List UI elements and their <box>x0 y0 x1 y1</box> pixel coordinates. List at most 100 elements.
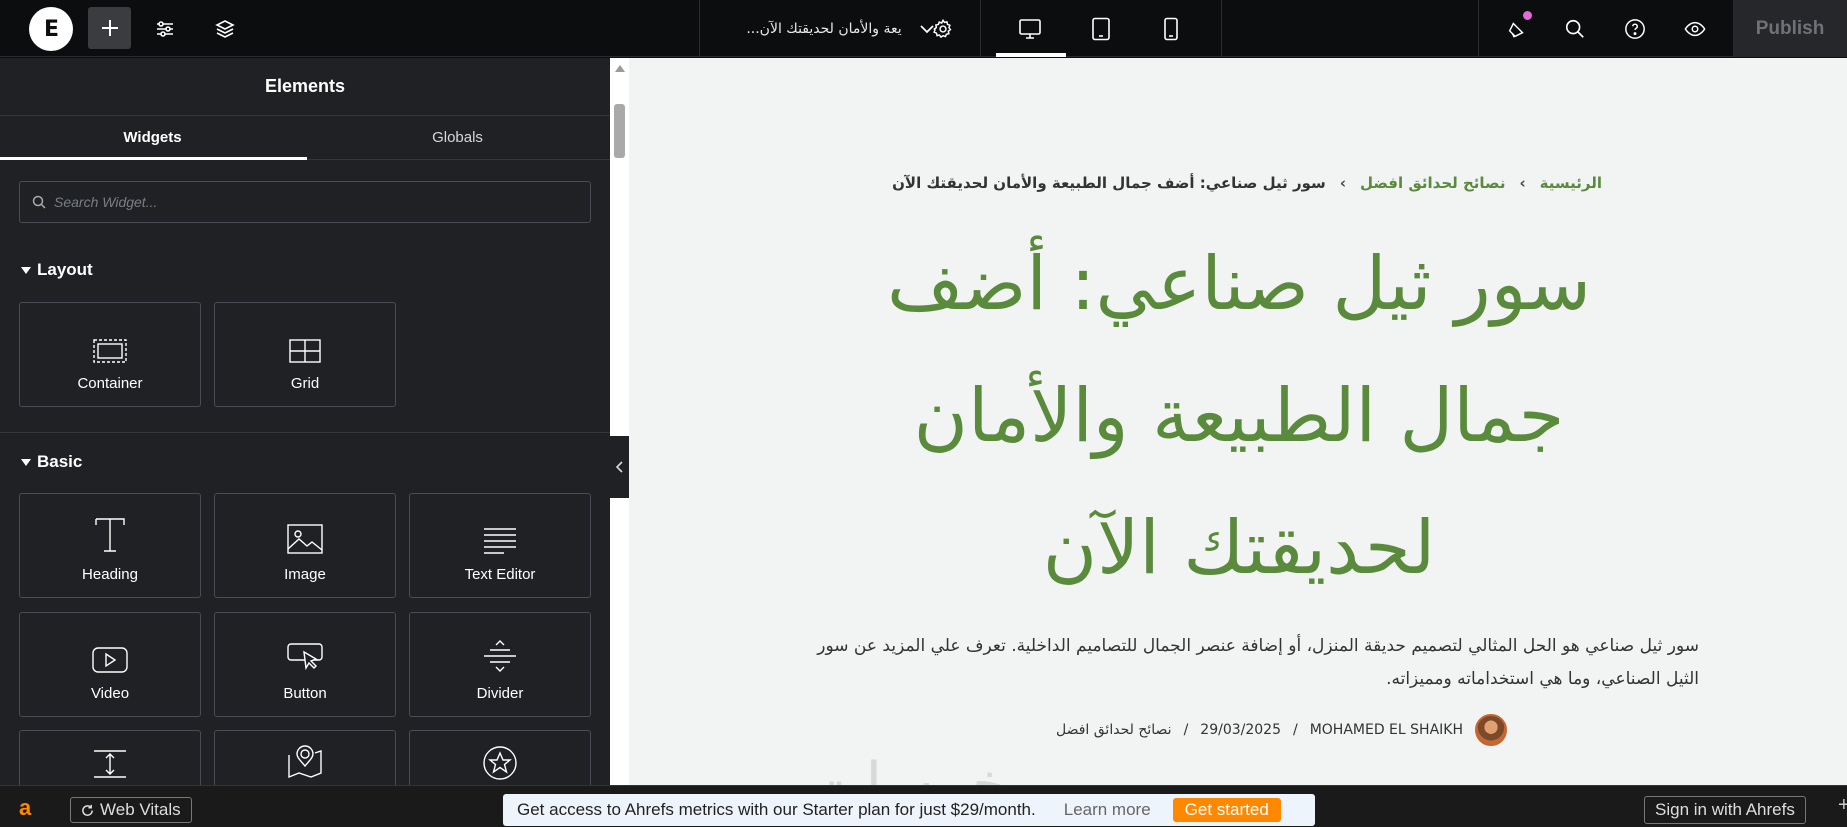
breadcrumb-current: سور ثيل صناعي: أضف جمال الطبيعة والأمان … <box>892 174 1326 192</box>
widget-label: Video <box>90 685 130 702</box>
video-icon <box>92 647 128 673</box>
ahrefs-logo-icon[interactable]: a <box>19 795 31 821</box>
basic-section-label: Basic <box>37 452 83 471</box>
post-date: 29/03/2025 <box>1200 722 1281 738</box>
widget-label: Container <box>77 375 143 392</box>
spacer-icon <box>94 750 126 778</box>
active-tab-underline <box>0 157 307 160</box>
author-avatar <box>1475 714 1507 746</box>
tab-globals[interactable]: Globals <box>305 116 610 159</box>
post-author[interactable]: MOHAMED EL SHAIKH <box>1310 722 1463 738</box>
add-element-button[interactable] <box>88 7 131 49</box>
container-icon <box>93 339 127 363</box>
notification-dot <box>1523 11 1532 20</box>
layout-section-label: Layout <box>37 260 93 279</box>
collapse-panel-button[interactable] <box>609 436 629 498</box>
elements-panel: Elements Widgets Globals Layout Containe… <box>0 58 610 785</box>
scrollbar-thumb[interactable] <box>614 104 625 158</box>
widget-text-editor[interactable]: Text Editor <box>409 493 591 598</box>
eye-icon <box>1684 21 1706 37</box>
panel-tabs: Widgets Globals <box>0 116 610 160</box>
text-editor-icon <box>484 528 516 554</box>
image-icon <box>287 524 323 554</box>
help-icon <box>1625 19 1645 39</box>
widget-button[interactable]: Button <box>214 612 396 717</box>
breadcrumb-separator: › <box>1339 174 1346 192</box>
search-icon <box>32 195 46 209</box>
web-vitals-label: Web Vitals <box>100 800 181 819</box>
layers-icon <box>215 20 235 38</box>
tablet-view-button[interactable] <box>1083 12 1119 46</box>
grid-icon <box>289 339 321 363</box>
widget-google-maps[interactable] <box>214 730 396 785</box>
widget-divider[interactable]: Divider <box>409 612 591 717</box>
breadcrumb-category-link[interactable]: نصائح لحدائق افضل <box>1360 174 1505 192</box>
megaphone-icon <box>1508 22 1524 38</box>
ahrefs-toolbar: a Web Vitals Get access to Ahrefs metric… <box>0 785 1847 827</box>
post-title: سور ثيل صناعي: أضف جمال الطبيعة والأمان … <box>887 241 1591 591</box>
refresh-icon <box>82 804 93 816</box>
caret-down-icon <box>21 266 31 274</box>
divider-icon <box>484 640 516 672</box>
widget-spacer[interactable] <box>19 730 201 785</box>
learn-more-link[interactable]: Learn more <box>1064 800 1151 820</box>
chevron-left-icon <box>615 461 623 473</box>
mobile-icon <box>1164 17 1178 41</box>
mobile-view-button[interactable] <box>1153 12 1189 46</box>
web-vitals-button[interactable]: Web Vitals <box>70 797 192 823</box>
breadcrumb-separator: › <box>1519 174 1526 192</box>
widget-grid[interactable]: Grid <box>214 302 396 407</box>
tablet-icon <box>1092 17 1110 41</box>
basic-section-toggle[interactable]: Basic <box>21 452 82 472</box>
section-divider <box>0 432 610 433</box>
post-meta: MOHAMED EL SHAIKH / 29/03/2025 / نصائح ل… <box>1056 714 1507 746</box>
plus-icon <box>101 20 118 36</box>
scroll-up-arrow-icon[interactable] <box>615 65 625 72</box>
expand-toolbar-icon[interactable]: + <box>1838 794 1847 817</box>
search-widget-input[interactable] <box>54 194 554 210</box>
widget-label: Image <box>284 566 326 583</box>
preview-button[interactable] <box>1678 12 1712 46</box>
search-widget-box[interactable] <box>19 181 591 223</box>
desktop-icon <box>1019 19 1041 39</box>
search-icon <box>1565 19 1584 38</box>
publish-button[interactable]: Publish <box>1733 0 1847 57</box>
help-button[interactable] <box>1618 12 1652 46</box>
tab-widgets[interactable]: Widgets <box>0 116 305 159</box>
separator <box>980 0 981 57</box>
page-settings-button[interactable] <box>925 12 961 46</box>
widget-video[interactable]: Video <box>19 612 201 717</box>
widget-label: Button <box>283 685 327 702</box>
map-pin-icon <box>288 745 322 779</box>
get-started-button[interactable]: Get started <box>1172 798 1281 822</box>
document-title: ...يعة والأمان لحديقتك الآن <box>746 20 902 37</box>
widget-icon[interactable] <box>409 730 591 785</box>
sign-in-ahrefs-button[interactable]: Sign in with Ahrefs <box>1644 796 1806 824</box>
star-icon <box>483 746 517 780</box>
separator <box>1221 0 1222 57</box>
site-settings-button[interactable] <box>148 12 182 46</box>
promo-text: Get access to Ahrefs metrics with our St… <box>517 800 1036 819</box>
elementor-logo-button[interactable]: E <box>29 7 73 51</box>
desktop-view-button[interactable] <box>1012 12 1048 46</box>
elementor-logo-icon: E <box>43 16 59 42</box>
separator <box>1478 0 1479 57</box>
post-category[interactable]: نصائح لحدائق افضل <box>1056 722 1172 738</box>
preview-canvas: الرئيسية › نصائح لحدائق افضل › سور ثيل ص… <box>629 58 1847 785</box>
panel-title: Elements <box>0 58 610 116</box>
heading-icon <box>95 518 125 552</box>
widget-image[interactable]: Image <box>214 493 396 598</box>
sliders-icon <box>157 21 173 37</box>
panel-scrollbar[interactable] <box>610 58 629 785</box>
breadcrumb-home-link[interactable]: الرئيسية <box>1540 174 1602 192</box>
widget-heading[interactable]: Heading <box>19 493 201 598</box>
widget-container[interactable]: Container <box>19 302 201 407</box>
meta-separator: / <box>1183 722 1189 738</box>
active-device-indicator <box>996 53 1066 57</box>
ahrefs-promo-banner: Get access to Ahrefs metrics with our St… <box>503 794 1315 826</box>
layout-section-toggle[interactable]: Layout <box>21 260 93 280</box>
widget-label: Grid <box>290 375 320 392</box>
finder-button[interactable] <box>1558 12 1592 46</box>
widget-label: Heading <box>82 566 138 583</box>
structure-button[interactable] <box>208 12 242 46</box>
